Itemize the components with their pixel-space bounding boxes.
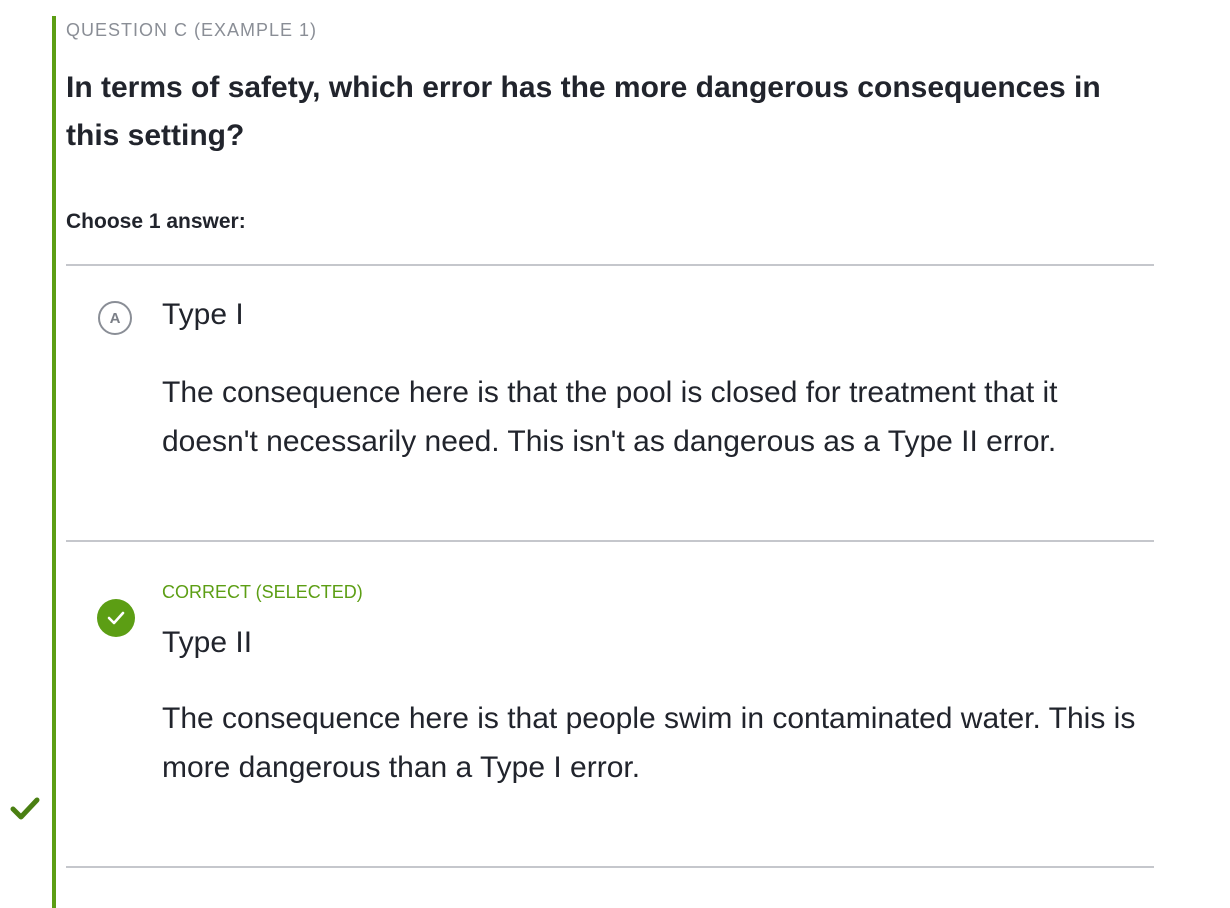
divider [66,866,1154,868]
choice-rationale: The consequence here is that people swim… [162,702,1136,784]
question-eyebrow: QUESTION C (EXAMPLE 1) [66,20,318,40]
correct-selected-label: CORRECT (SELECTED) [162,582,363,602]
question-text: In terms of safety, which error has the … [66,71,1101,152]
check-icon [107,611,125,625]
check-icon [10,797,40,820]
choose-label: Choose 1 answer: [66,210,246,233]
correct-check-badge [97,599,135,637]
choice-title: Type I [162,298,244,331]
choice-a[interactable]: A Type I The consequence here is that th… [66,266,1154,540]
choice-title: Type II [162,626,253,659]
choice-letter-a: A [98,301,132,335]
question-panel: QUESTION C (EXAMPLE 1) In terms of safet… [0,0,1230,908]
choice-rationale: The consequence here is that the pool is… [162,376,1058,458]
question-status-bar [52,16,56,908]
choice-b[interactable]: CORRECT (SELECTED) Type II The consequen… [66,542,1154,866]
